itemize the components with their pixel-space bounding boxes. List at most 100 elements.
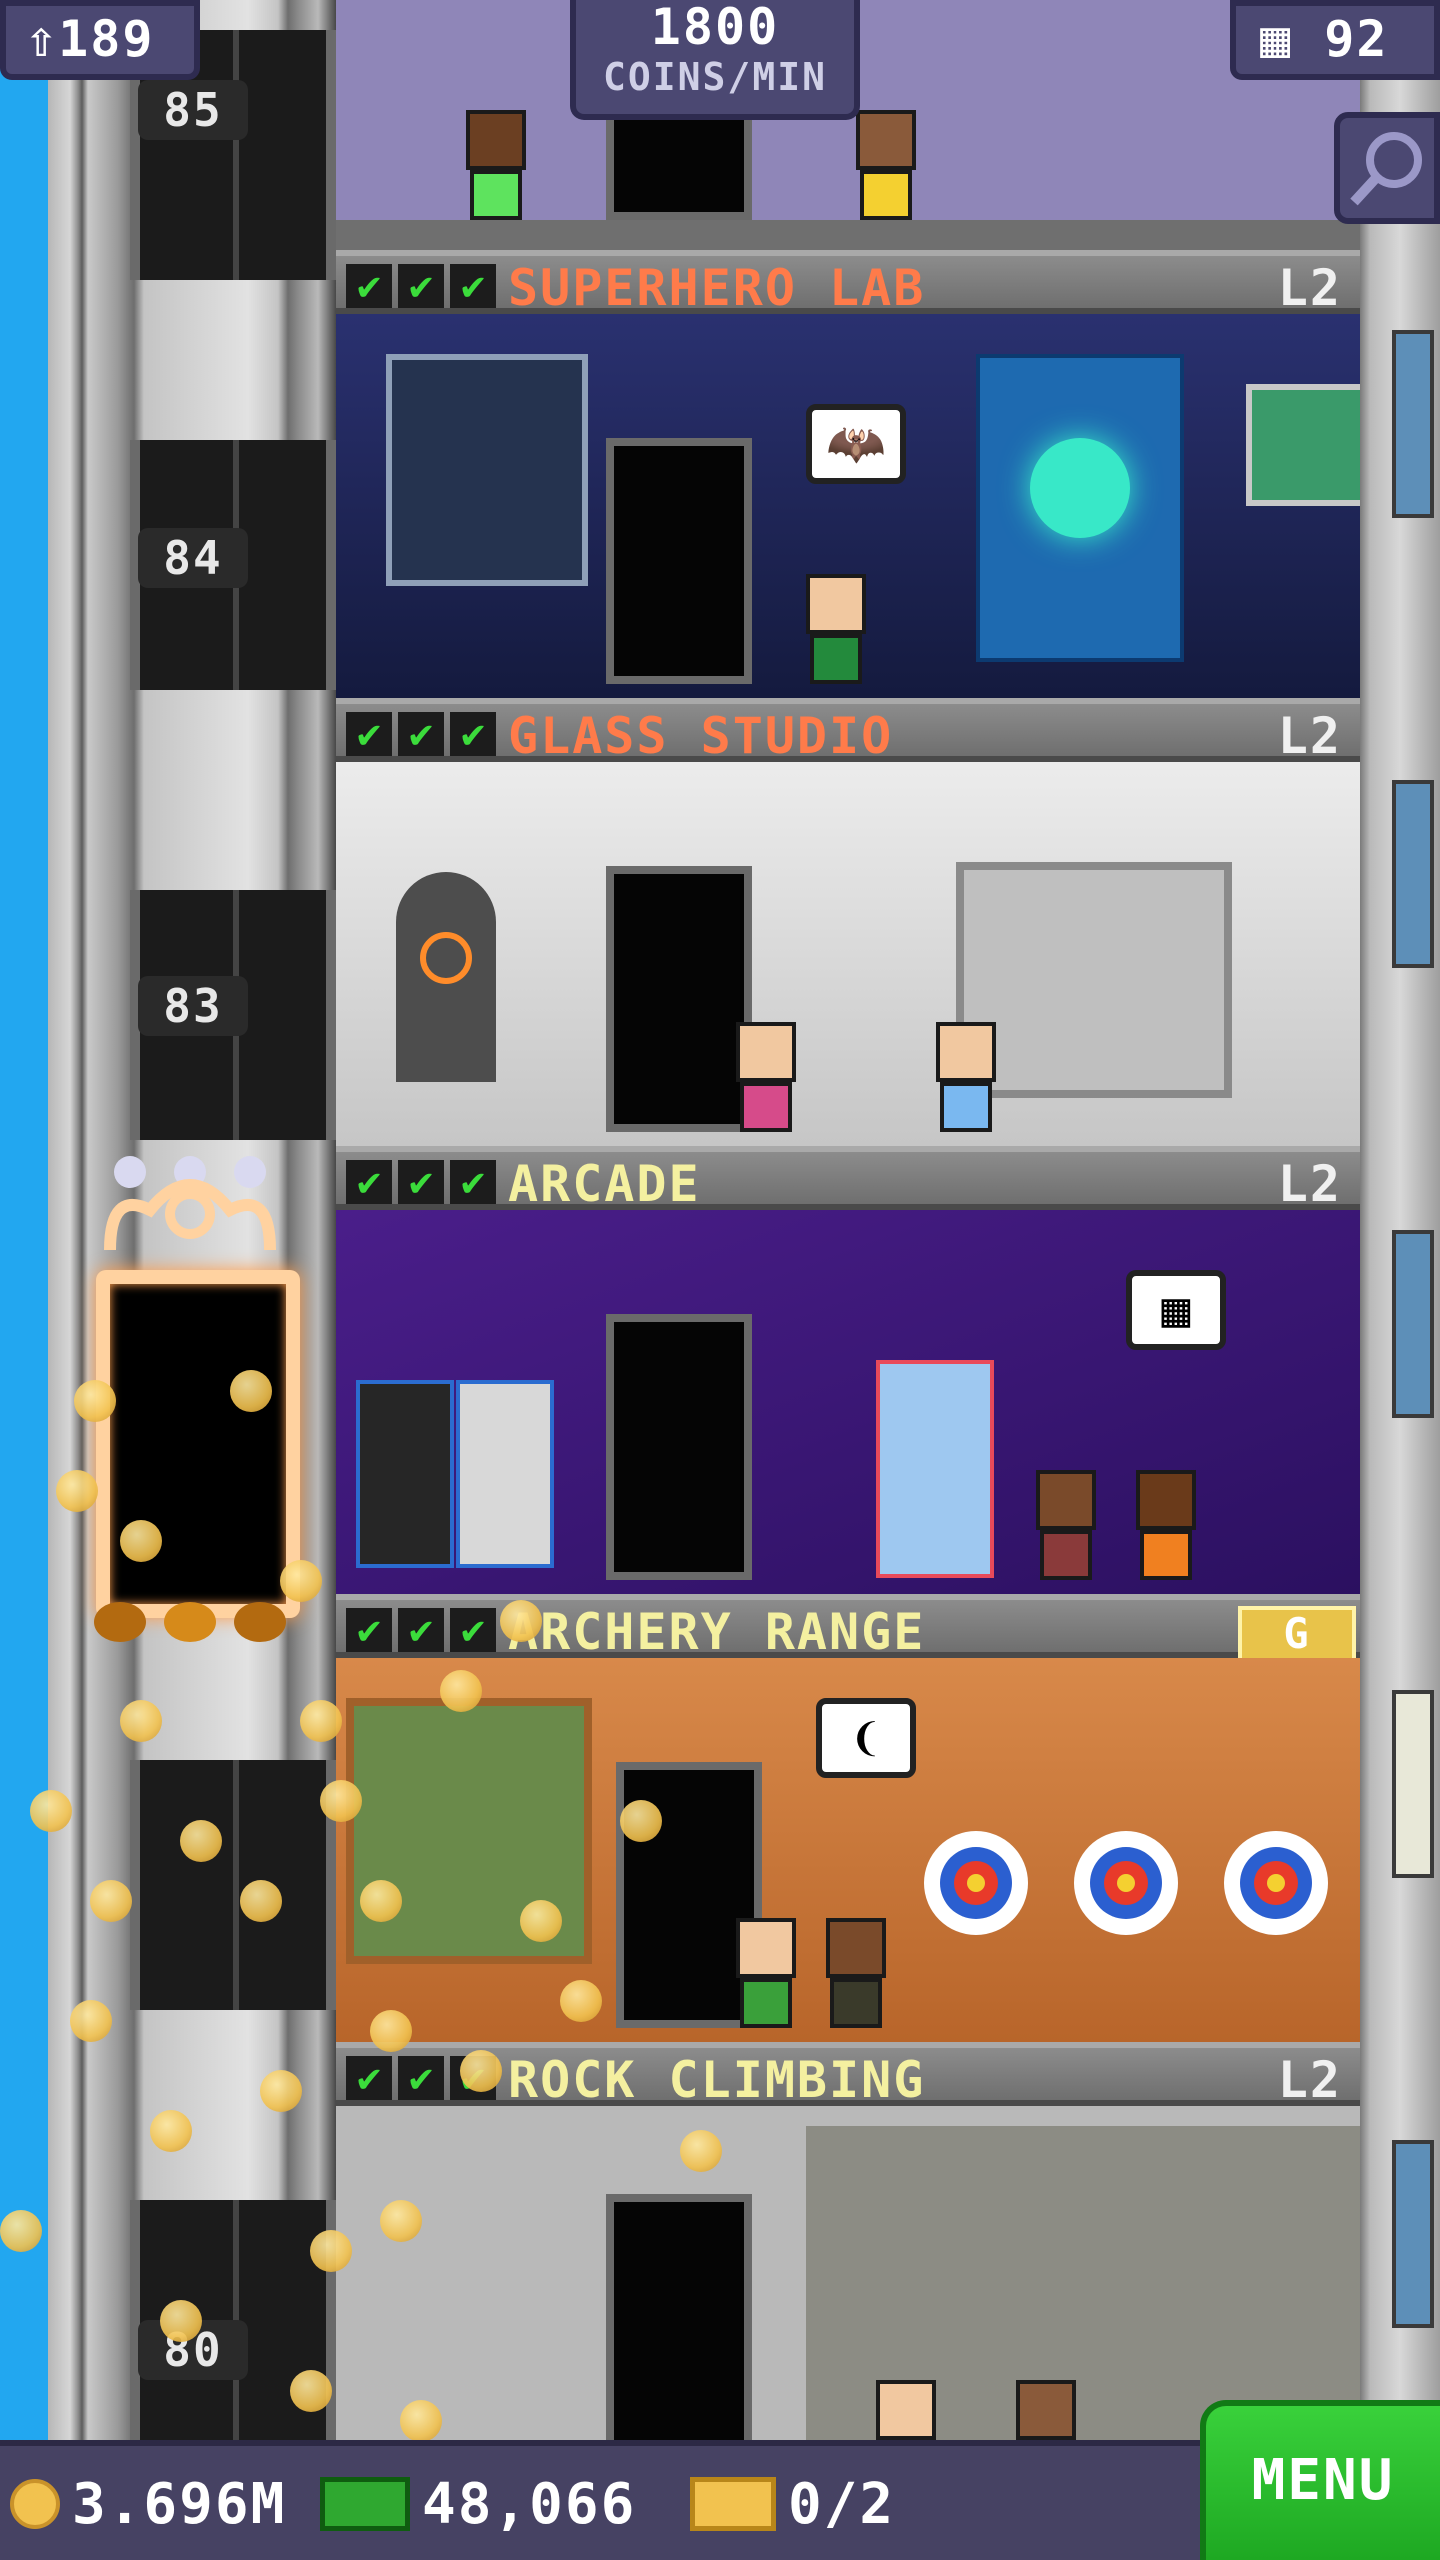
tickets-display[interactable]: 0/2	[690, 2466, 895, 2542]
floor-glass-studio[interactable]: ✔ ✔ ✔ GLASS STUDIO L2	[336, 698, 1360, 1146]
check-icon: ✔	[398, 1608, 444, 1652]
tower-window	[1392, 780, 1434, 968]
tower-window	[1392, 1690, 1434, 1878]
floor-room: ❨	[336, 1658, 1360, 2042]
floor-superhero-lab[interactable]: ✔ ✔ ✔ SUPERHERO LAB L2 🦇	[336, 250, 1360, 698]
arcade-machine-icon[interactable]: ▦	[1126, 1270, 1226, 1350]
floor-level: L2	[1277, 2051, 1342, 2109]
floor-level: L2	[1277, 259, 1342, 317]
resident[interactable]	[736, 1918, 796, 2028]
glass-shelf	[956, 862, 1232, 1098]
person-up-icon: ⇧	[26, 10, 59, 68]
floor-level: L2	[1277, 1155, 1342, 1213]
floor-stars: ✔ ✔ ✔	[346, 712, 496, 756]
elevator-cab-lights	[94, 1602, 286, 1642]
map-screen	[1246, 384, 1360, 506]
floor-room: ▦	[336, 1210, 1360, 1594]
coins-per-minute-unit: COINS/MIN	[603, 55, 827, 99]
coins-per-minute-panel: 1800 COINS/MIN	[570, 0, 860, 120]
check-icon: ✔	[346, 264, 392, 308]
resident[interactable]	[1136, 1470, 1196, 1580]
tower-window	[1392, 1230, 1434, 1418]
check-icon: ✔	[398, 2056, 444, 2100]
magnifier-icon	[1350, 132, 1422, 206]
resident[interactable]	[826, 1918, 886, 2028]
floor-stars: ✔ ✔ ✔	[346, 1608, 496, 1652]
floor-name: SUPERHERO LAB	[508, 259, 926, 317]
floor-count-value: 92	[1324, 10, 1389, 68]
floor-door	[606, 1314, 752, 1580]
coins-per-minute-value: 1800	[650, 0, 780, 56]
resident[interactable]	[736, 1022, 796, 1132]
floor-room	[336, 762, 1360, 1146]
floor-room: 🦇	[336, 314, 1360, 698]
coin-icon	[10, 2479, 60, 2529]
floor-stars: ✔ ✔ ✔	[346, 264, 496, 308]
bow-icon[interactable]: ❨	[816, 1698, 916, 1778]
floor-counter[interactable]: ▦ 92	[1230, 0, 1440, 80]
floor-stars: ✔ ✔ ✔	[346, 1160, 496, 1204]
floor-door	[606, 2194, 752, 2440]
bat-mask-icon[interactable]: 🦇	[806, 404, 906, 484]
floor-level: L2	[1277, 707, 1342, 765]
coins-value: 3.696M	[72, 2471, 287, 2537]
elevator-floor-number: 85	[138, 80, 248, 140]
floor-banner: ✔ ✔ ✔ GLASS STUDIO L2	[336, 698, 1360, 765]
resident[interactable]	[936, 1022, 996, 1132]
floor-level-badge[interactable]: G	[1238, 1606, 1356, 1664]
elevator-floor-number: 83	[138, 976, 248, 1036]
resident[interactable]	[466, 110, 526, 220]
floor-name: ROCK CLIMBING	[508, 2051, 926, 2109]
elevator-door	[130, 1760, 336, 2010]
bux-value: 48,066	[422, 2471, 637, 2537]
search-button[interactable]	[1334, 112, 1440, 224]
resident[interactable]	[856, 110, 916, 220]
population-counter[interactable]: ⇧189	[0, 0, 200, 80]
floor-rock-climbing[interactable]: ✔ ✔ ✔ ROCK CLIMBING L2	[336, 2042, 1360, 2440]
floor-banner: ✔ ✔ ✔ SUPERHERO LAB L2	[336, 250, 1360, 317]
floor-arcade[interactable]: ✔ ✔ ✔ ARCADE L2 ▦	[336, 1146, 1360, 1594]
floor-room	[336, 2106, 1360, 2440]
blueprint-screen	[386, 354, 588, 586]
check-icon: ✔	[450, 264, 496, 308]
elevator-floor-number: 84	[138, 528, 248, 588]
sky-background	[0, 0, 48, 2440]
check-icon: ✔	[346, 1608, 392, 1652]
tickets-value: 0/2	[788, 2471, 896, 2537]
resident[interactable]	[876, 2380, 936, 2440]
ticket-icon	[690, 2477, 776, 2531]
floor-door	[606, 438, 752, 684]
check-icon: ✔	[346, 712, 392, 756]
floor-name: ARCHERY RANGE	[508, 1603, 926, 1661]
bux-display[interactable]: 48,066	[320, 2466, 636, 2542]
resident[interactable]	[1036, 1470, 1096, 1580]
check-icon: ✔	[450, 712, 496, 756]
resident[interactable]	[806, 574, 866, 684]
check-icon: ✔	[346, 2056, 392, 2100]
floor-name: ARCADE	[508, 1155, 701, 1213]
menu-button[interactable]: MENU	[1200, 2400, 1440, 2560]
check-icon: ✔	[346, 1160, 392, 1204]
floor-name: GLASS STUDIO	[508, 707, 894, 765]
floor-banner: ✔ ✔ ✔ ARCHERY RANGE G	[336, 1594, 1360, 1664]
floor-door	[606, 866, 752, 1132]
check-icon: ✔	[450, 1160, 496, 1204]
tower-window	[1392, 330, 1434, 518]
check-icon: ✔	[450, 1608, 496, 1652]
check-icon: ✔	[398, 712, 444, 756]
tower-window	[1392, 2140, 1434, 2328]
elevator-cab-door	[96, 1270, 300, 1618]
resident[interactable]	[1016, 2380, 1076, 2440]
coins-display[interactable]: 3.696M	[10, 2466, 286, 2542]
population-value: 189	[58, 10, 155, 68]
check-icon: ✔	[398, 264, 444, 308]
building-icon: ▦	[1260, 10, 1293, 68]
floor-archery-range[interactable]: ✔ ✔ ✔ ARCHERY RANGE G ❨	[336, 1594, 1360, 2042]
check-icon: ✔	[398, 1160, 444, 1204]
archery-targets	[924, 1831, 1328, 1935]
hologram-pod	[976, 354, 1184, 662]
claw-machine	[876, 1360, 994, 1578]
arcade-cabinet	[356, 1380, 454, 1568]
neon-crown-decoration	[104, 1156, 276, 1251]
glass-furnace	[396, 872, 496, 1082]
